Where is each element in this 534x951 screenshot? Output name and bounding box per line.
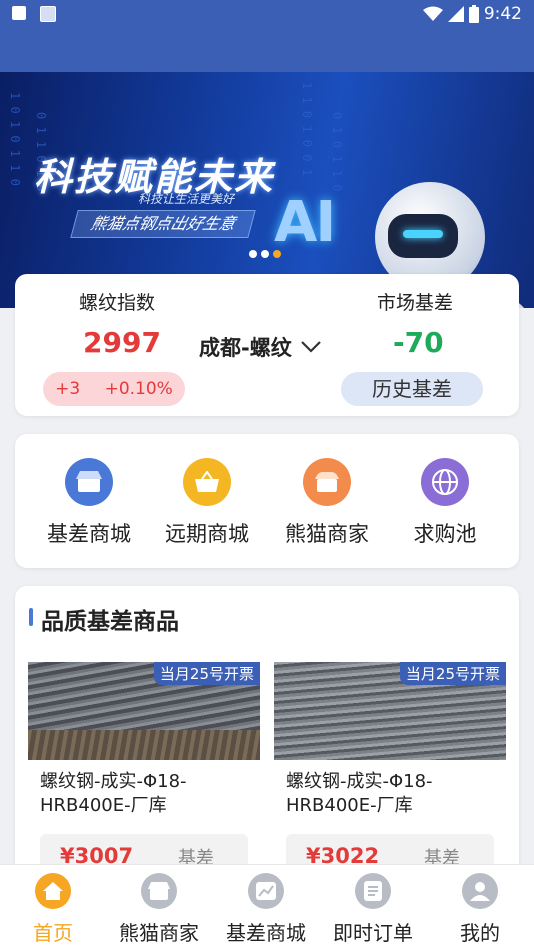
- battery-icon: [468, 5, 479, 23]
- invoice-badge: 当月25号开票: [399, 662, 506, 685]
- section-title: 品质基差商品: [41, 609, 179, 635]
- section-accent-bar: [29, 608, 33, 626]
- tab-basis-mall[interactable]: 基差商城: [213, 873, 319, 946]
- nav-basis-mall[interactable]: 基差商城: [29, 458, 149, 548]
- nav-label: 熊猫商家: [285, 522, 369, 546]
- shop-icon: [303, 458, 351, 506]
- banner-ai-text: AI: [274, 190, 336, 255]
- index-change-pct: +0.10%: [104, 379, 173, 399]
- chevron-down-icon: [300, 341, 321, 353]
- city-selector[interactable]: 成都-螺纹: [199, 332, 322, 362]
- product-card[interactable]: 当月25号开票 螺纹钢-成实-Φ18-HRB400E-厂库 ¥3007 基差: [28, 662, 260, 874]
- product-card[interactable]: 当月25号开票 螺纹钢-成实-Φ18-HRB400E-厂库 ¥3022 基差: [274, 662, 506, 874]
- nav-label: 远期商城: [165, 522, 249, 546]
- tab-mine[interactable]: 我的: [427, 873, 533, 946]
- index-change-pill: +3 +0.10%: [43, 372, 185, 406]
- wifi-icon: [422, 6, 443, 21]
- nav-forward-mall[interactable]: 远期商城: [147, 458, 267, 548]
- banner-binary-text: 1 1 0 1 0 0 1: [300, 82, 314, 176]
- nav-panda-merchant[interactable]: 熊猫商家: [267, 458, 387, 548]
- banner-subtitle: 科技让生活更美好: [138, 192, 235, 206]
- banner-binary-text: 1 0 1 0 1 1 0: [8, 92, 22, 186]
- tab-label: 基差商城: [226, 921, 306, 945]
- nav-label: 基差商城: [47, 522, 131, 546]
- home-icon: [35, 873, 71, 909]
- tab-instant-orders[interactable]: 即时订单: [320, 873, 426, 946]
- quick-nav-card: 基差商城 远期商城 熊猫商家 求购池: [15, 434, 519, 568]
- carousel-dot-active: [273, 250, 281, 258]
- basket-icon: [183, 458, 231, 506]
- status-bar: 9:42: [0, 0, 534, 28]
- index-change-abs: +3: [55, 379, 81, 399]
- rebar-index-label: 螺纹指数: [79, 292, 156, 314]
- invoice-badge: 当月25号开票: [153, 662, 260, 685]
- tab-label: 即时订单: [333, 921, 413, 945]
- index-card: 螺纹指数 2997 +3 +0.10% 成都-螺纹 市场基差 -70 历史基差: [15, 274, 519, 416]
- product-image: 当月25号开票: [28, 662, 260, 760]
- market-basis-label: 市场基差: [377, 292, 454, 314]
- status-time: 9:42: [483, 4, 522, 24]
- shop-icon: [141, 873, 177, 909]
- carousel-dot: [261, 250, 269, 258]
- banner-carousel[interactable]: 1 0 1 0 1 1 0 0 1 1 0 1 0 1 1 0 1 0 0 1 …: [0, 72, 534, 308]
- product-name: 螺纹钢-成实-Φ18-HRB400E-厂库: [40, 771, 187, 816]
- carousel-indicator: [249, 250, 281, 258]
- chart-icon: [248, 873, 284, 909]
- status-icons: 9:42: [422, 4, 522, 24]
- product-name: 螺纹钢-成实-Φ18-HRB400E-厂库: [286, 771, 433, 816]
- tab-panda-merchant[interactable]: 熊猫商家: [106, 873, 212, 946]
- notification-icon: [12, 6, 26, 20]
- banner-binary-text: 0 1 0 1 1 0: [330, 112, 344, 192]
- tab-label: 首页: [33, 921, 73, 945]
- robot-face: [388, 214, 458, 258]
- signal-icon: [447, 6, 464, 22]
- banner-tagline: 熊猫点钢点出好生意: [70, 210, 256, 238]
- nav-label: 求购池: [413, 522, 477, 546]
- rebar-index-value: 2997: [83, 326, 161, 359]
- app-notification-icon: [40, 6, 56, 22]
- user-icon: [462, 873, 498, 909]
- nav-purchase-pool[interactable]: 求购池: [385, 458, 505, 548]
- store-icon: [65, 458, 113, 506]
- carousel-dot: [249, 250, 257, 258]
- quality-goods-section: 品质基差商品 当月25号开票 螺纹钢-成实-Φ18-HRB400E-厂库 ¥30…: [15, 586, 519, 886]
- product-image: 当月25号开票: [274, 662, 506, 760]
- history-basis-button[interactable]: 历史基差: [341, 372, 483, 406]
- order-icon: [355, 873, 391, 909]
- city-selector-label: 成都-螺纹: [199, 336, 292, 360]
- tab-label: 熊猫商家: [119, 921, 199, 945]
- market-basis-value: -70: [393, 326, 444, 359]
- app-bar: [0, 28, 534, 72]
- tab-label: 我的: [460, 921, 500, 945]
- globe-icon: [421, 458, 469, 506]
- bottom-tab-bar: 首页 熊猫商家 基差商城 即时订单 我的: [0, 864, 534, 951]
- tab-home[interactable]: 首页: [0, 873, 106, 946]
